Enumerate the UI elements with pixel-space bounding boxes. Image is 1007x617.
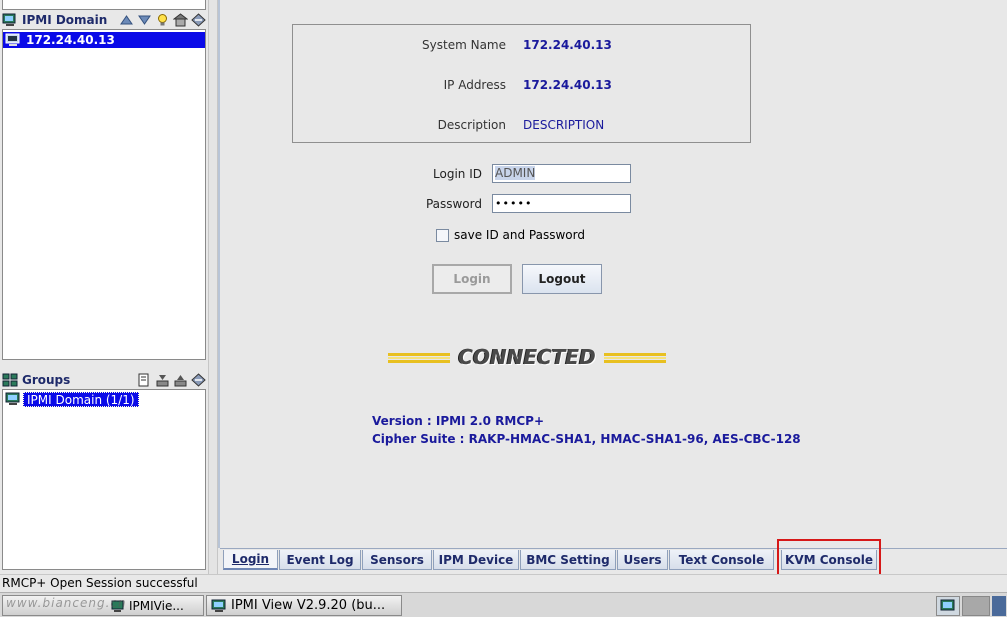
monitor-icon (5, 33, 21, 47)
home-icon[interactable] (172, 13, 189, 27)
tab-bar: Login Event Log Sensors IPM Device BMC S… (220, 548, 1007, 572)
tray-monitor-icon[interactable] (936, 596, 960, 616)
domain-panel-header: IPMI Domain (0, 11, 208, 29)
navigation-pane: IPMI Domain 172.24.40.13 Groups IPMI Dom… (0, 0, 208, 574)
top-panel-stub (2, 0, 206, 10)
groups-tree: IPMI Domain (1/1) (2, 389, 206, 570)
version-line: Version : IPMI 2.0 RMCP+ (372, 414, 545, 428)
refresh-icon[interactable] (191, 13, 206, 27)
groups-panel-header: Groups (0, 371, 208, 389)
description-value: DESCRIPTION (523, 118, 605, 132)
export-icon[interactable] (173, 373, 188, 387)
connection-status: CONNECTED (388, 343, 666, 373)
tree-item-group[interactable]: IPMI Domain (1/1) (3, 391, 205, 407)
ip-address-value: 172.24.40.13 (523, 78, 612, 92)
save-credentials-checkbox[interactable] (436, 228, 449, 242)
group-refresh-icon[interactable] (191, 373, 206, 387)
tab-text-console[interactable]: Text Console (669, 550, 774, 570)
tray-edge[interactable] (992, 596, 1006, 616)
description-label: Description (437, 118, 506, 132)
watermark: www.bianceng.cn (6, 596, 127, 610)
status-bar: RMCP+ Open Session successful (0, 574, 1007, 592)
group-label: IPMI Domain (1/1) (23, 391, 139, 407)
move-up-icon[interactable] (119, 13, 134, 27)
taskbar-item-ipmiview-main[interactable]: IPMI View V2.9.20 (bu... (206, 595, 402, 616)
domain-header-label: IPMI Domain (22, 13, 108, 27)
tab-login[interactable]: Login (223, 550, 278, 570)
host-label: 172.24.40.13 (23, 32, 118, 48)
save-credentials-option[interactable]: save ID and Password (436, 228, 585, 242)
import-icon[interactable] (155, 373, 170, 387)
system-name-label: System Name (422, 38, 506, 52)
tab-bmc-setting[interactable]: BMC Setting (520, 550, 616, 570)
ip-address-label: IP Address (443, 78, 506, 92)
login-id-label: Login ID (433, 167, 482, 181)
group-icon (2, 373, 18, 387)
tab-users[interactable]: Users (617, 550, 668, 570)
tree-item-host[interactable]: 172.24.40.13 (3, 32, 205, 48)
protocol-info: Version : IPMI 2.0 RMCP+ Cipher Suite : … (372, 412, 801, 448)
edit-group-icon[interactable] (137, 373, 152, 387)
tab-event-log[interactable]: Event Log (279, 550, 361, 570)
highlight-box (777, 539, 881, 579)
tab-ipm-device[interactable]: IPM Device (433, 550, 519, 570)
domain-group-icon (5, 392, 21, 406)
system-name-value: 172.24.40.13 (523, 38, 612, 52)
pane-splitter[interactable] (208, 0, 218, 574)
workspace-switcher[interactable] (962, 596, 990, 616)
login-id-value: ADMIN (495, 166, 536, 180)
domain-tree: 172.24.40.13 (2, 29, 206, 360)
tab-sensors[interactable]: Sensors (362, 550, 432, 570)
taskbar-item-title: IPMI View V2.9.20 (bu... (231, 598, 386, 613)
logout-button[interactable]: Logout (522, 264, 602, 294)
computer-icon (2, 13, 18, 27)
cipher-line: Cipher Suite : RAKP-HMAC-SHA1, HMAC-SHA1… (372, 432, 801, 446)
groups-header-label: Groups (22, 373, 71, 387)
taskbar-item-label: IPMIVie... (129, 598, 184, 613)
save-credentials-label: save ID and Password (454, 228, 585, 242)
login-button[interactable]: Login (432, 264, 512, 294)
app-window-icon (211, 599, 227, 612)
password-label: Password (425, 197, 482, 211)
discover-bulb-icon[interactable] (155, 13, 170, 27)
move-down-icon[interactable] (137, 13, 152, 27)
password-field[interactable]: ••••• (492, 194, 631, 213)
connected-label: CONNECTED (388, 345, 666, 369)
taskbar: IPMIVie... IPMI View V2.9.20 (bu... (0, 592, 1007, 617)
host-info-box: System Name 172.24.40.13 IP Address 172.… (292, 24, 751, 143)
login-id-field[interactable]: ADMIN (492, 164, 631, 183)
